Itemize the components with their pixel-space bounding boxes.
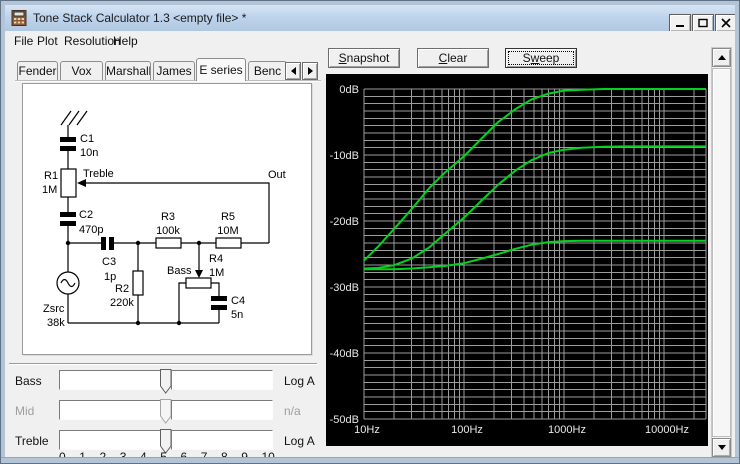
sweep-label-post: eep <box>539 51 559 65</box>
mid-slider-track-left <box>59 400 161 420</box>
up-arrow-icon <box>718 55 726 60</box>
bass-slider-track-left[interactable] <box>59 370 161 390</box>
mid-slider-track-right <box>171 400 273 420</box>
minimize-icon <box>675 18 685 28</box>
tab-scroll-right-button[interactable] <box>302 62 318 80</box>
tab-scroll-left-button[interactable] <box>285 62 301 80</box>
menu-item-file[interactable]: File <box>11 33 36 49</box>
clear-label-post: lear <box>447 51 467 65</box>
tab-bench[interactable]: Benc <box>248 61 287 80</box>
mid-control-label: Mid <box>15 404 34 418</box>
axis-tick-label: -40dB <box>330 348 359 360</box>
circuit-diagram: C1 10n R1 1M Treble Out C2 470p C3 1p R3… <box>23 84 311 354</box>
tab-marshall[interactable]: Marshall <box>105 61 151 80</box>
snapshot-button[interactable]: Snapshot <box>328 48 400 68</box>
scroll-up-button[interactable] <box>712 48 731 67</box>
r1-label: R1 <box>44 170 58 182</box>
frequency-response-chart: 0dB-10dB-20dB-30dB-40dB-50dB10Hz100Hz100… <box>326 74 708 446</box>
down-arrow-icon <box>718 445 726 450</box>
frequency-response-plot: 0dB-10dB-20dB-30dB-40dB-50dB10Hz100Hz100… <box>326 74 708 446</box>
bass-slider-track-right[interactable] <box>171 370 273 390</box>
treble-label: Treble <box>83 168 114 180</box>
r1-value: 1M <box>42 184 57 196</box>
circuit-panel: C1 10n R1 1M Treble Out C2 470p C3 1p R3… <box>22 83 312 355</box>
titlebar: Tone Stack Calculator 1.3 <empty file> * <box>5 5 737 31</box>
treble-control-label: Treble <box>15 434 49 448</box>
scrollbar-thumb[interactable] <box>712 68 731 437</box>
axis-tick-label: -10dB <box>330 150 359 162</box>
r3-value: 100k <box>156 225 180 237</box>
calculator-app-icon <box>11 10 27 26</box>
bass-label: Bass <box>167 265 192 277</box>
tab-e-series[interactable]: E series <box>196 58 246 81</box>
c1-label: C1 <box>80 133 94 145</box>
controls-separator <box>9 363 317 365</box>
r2-label: R2 <box>115 283 129 295</box>
sweep-button[interactable]: Sweep <box>505 48 577 68</box>
out-label: Out <box>268 169 286 181</box>
bass-taper-label: Log A <box>284 374 315 388</box>
menu-item-help[interactable]: Help <box>110 33 141 49</box>
tab-fender[interactable]: Fender <box>17 61 58 80</box>
zsrc-label: Zsrc <box>43 303 65 315</box>
axis-tick-label: 100Hz <box>451 424 483 436</box>
c3-value: 1p <box>104 271 116 283</box>
r2-value: 220k <box>110 297 134 309</box>
axis-tick-label: -20dB <box>330 216 359 228</box>
sweep-label-pre: S <box>523 51 531 65</box>
scroll-down-button[interactable] <box>712 438 731 457</box>
tabstrip-baseline <box>15 80 321 82</box>
clear-button[interactable]: Clear <box>417 48 489 68</box>
treble-slider-track-left[interactable] <box>59 430 161 450</box>
r4-label: R4 <box>209 253 223 265</box>
c3-label: C3 <box>102 256 116 268</box>
snapshot-label-post: napshot <box>347 51 390 65</box>
app-window: Tone Stack Calculator 1.3 <empty file> *… <box>0 0 740 464</box>
minimize-button[interactable] <box>669 14 691 32</box>
window-frame-bottom <box>1 457 739 463</box>
mid-taper-label: n/a <box>284 404 301 418</box>
axis-tick-label: 10000Hz <box>645 424 689 436</box>
mid-slider <box>59 400 273 421</box>
tab-james[interactable]: James <box>153 61 195 80</box>
bass-slider[interactable] <box>59 370 273 391</box>
maximize-icon <box>698 18 708 28</box>
c1-value: 10n <box>80 147 98 159</box>
axis-tick-label: 1000Hz <box>548 424 586 436</box>
window-frame-right <box>735 1 739 463</box>
axis-tick-label: 10Hz <box>354 424 380 436</box>
treble-taper-label: Log A <box>284 434 315 448</box>
client-area: Fender Vox Marshall James E series Benc <box>5 50 737 459</box>
c4-label: C4 <box>231 295 245 307</box>
close-icon <box>721 18 731 28</box>
r5-value: 10M <box>217 225 238 237</box>
right-arrow-icon <box>308 67 313 75</box>
menu-item-plot[interactable]: Plot <box>34 33 61 49</box>
zsrc-value: 38k <box>47 317 65 329</box>
window-title: Tone Stack Calculator 1.3 <empty file> * <box>33 11 246 25</box>
axis-tick-label: 0dB <box>339 84 359 96</box>
r3-label: R3 <box>161 211 175 223</box>
axis-tick-label: -30dB <box>330 282 359 294</box>
close-button[interactable] <box>715 14 737 32</box>
window-frame-left <box>1 1 5 463</box>
plot-scrollbar[interactable] <box>711 47 732 458</box>
treble-slider-track-right[interactable] <box>171 430 273 450</box>
c2-value: 470p <box>79 224 103 236</box>
bass-control-label: Bass <box>15 374 42 388</box>
r5-label: R5 <box>221 211 235 223</box>
tab-vox[interactable]: Vox <box>60 61 103 80</box>
r4-value: 1M <box>209 267 224 279</box>
maximize-button[interactable] <box>692 14 714 32</box>
left-arrow-icon <box>291 67 296 75</box>
c4-value: 5n <box>231 309 243 321</box>
c2-label: C2 <box>79 209 93 221</box>
treble-slider[interactable] <box>59 430 273 451</box>
snapshot-label-accel: S <box>339 51 347 65</box>
